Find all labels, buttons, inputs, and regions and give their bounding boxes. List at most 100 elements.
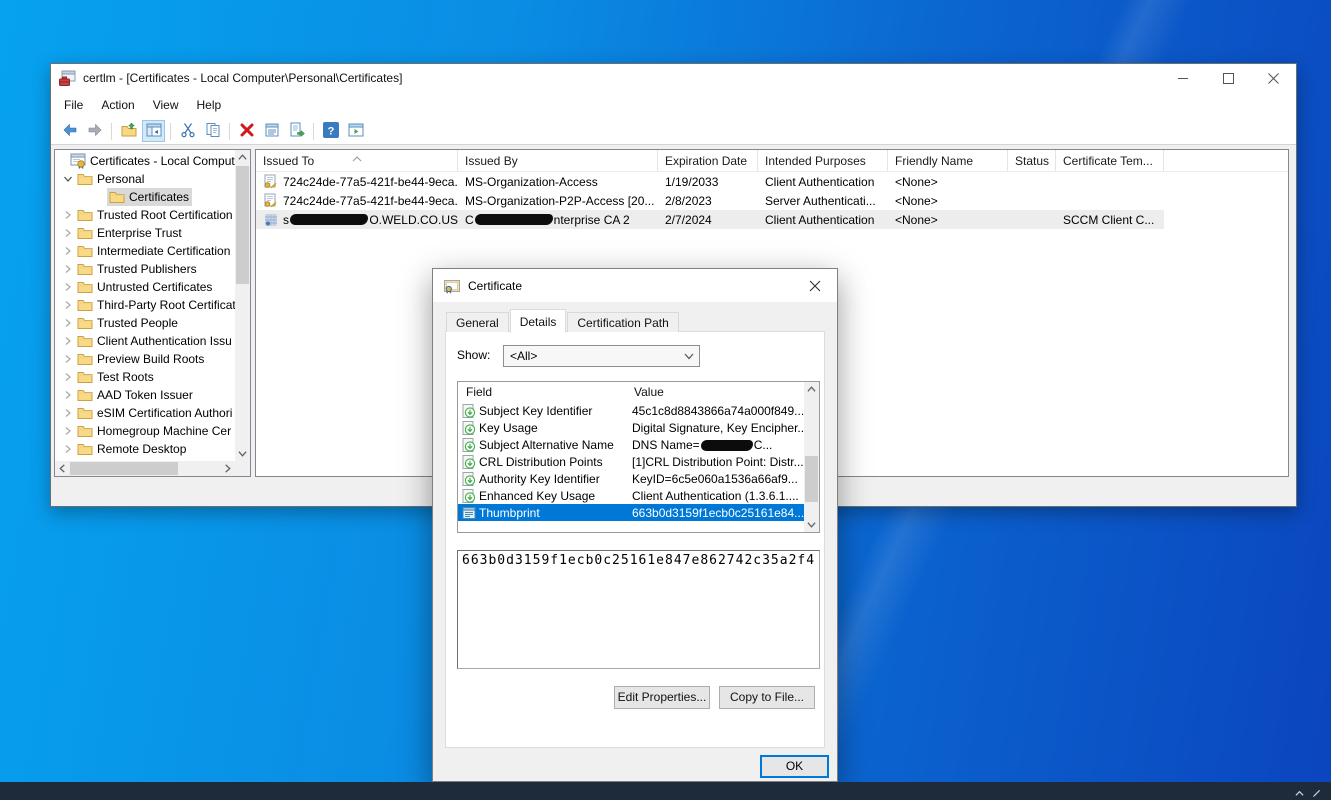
chevron-right-icon[interactable]: [61, 244, 75, 258]
copy-to-file-button[interactable]: Copy to File...: [719, 686, 815, 709]
scroll-thumb[interactable]: [70, 462, 178, 475]
scroll-thumb[interactable]: [805, 456, 818, 502]
scroll-right-icon[interactable]: [220, 461, 235, 476]
column-header-issued-to[interactable]: Issued To: [256, 150, 458, 171]
export-list-toolbar-button[interactable]: [285, 120, 308, 142]
delete-toolbar-button[interactable]: [235, 120, 258, 142]
menu-view[interactable]: View: [144, 94, 188, 116]
chevron-right-icon[interactable]: [61, 406, 75, 420]
tree-item-third-party-root-certificat[interactable]: Third-Party Root Certificat: [55, 296, 235, 314]
show-console-tree-toolbar-button[interactable]: [142, 120, 165, 142]
help-toolbar-button[interactable]: ?: [319, 120, 342, 142]
column-header-issued-by[interactable]: Issued By: [458, 150, 658, 171]
taskbar[interactable]: [0, 782, 1331, 800]
tree-horizontal-scrollbar[interactable]: [55, 461, 235, 476]
tree-item-remote-desktop[interactable]: Remote Desktop: [55, 440, 235, 458]
tree-item-certificates-local-computer[interactable]: Certificates - Local Computer: [55, 152, 235, 170]
tree-item-esim-certification-authori[interactable]: eSIM Certification Authori: [55, 404, 235, 422]
chevron-right-icon[interactable]: [61, 316, 75, 330]
back-toolbar-button[interactable]: [58, 120, 81, 142]
pen-icon[interactable]: [1312, 787, 1321, 796]
scroll-down-icon[interactable]: [235, 446, 250, 461]
field-row-authority-key-identifier[interactable]: Authority Key IdentifierKeyID=6c5e060a15…: [458, 470, 804, 487]
certificate-row[interactable]: 724c24de-77a5-421f-be44-9eca...MS-Organi…: [256, 191, 1288, 210]
tree-item-intermediate-certification[interactable]: Intermediate Certification: [55, 242, 235, 260]
field-row-subject-alternative-name[interactable]: Subject Alternative NameDNS Name=C...: [458, 436, 804, 453]
scroll-up-icon[interactable]: [235, 150, 250, 165]
field-row-enhanced-key-usage[interactable]: Enhanced Key UsageClient Authentication …: [458, 487, 804, 504]
dialog-close-icon[interactable]: [792, 269, 837, 302]
tree-item-personal[interactable]: Personal: [55, 170, 235, 188]
chevron-right-icon[interactable]: [61, 388, 75, 402]
scroll-left-icon[interactable]: [55, 461, 70, 476]
show-dropdown[interactable]: <All>: [503, 345, 700, 367]
tab-general[interactable]: General: [446, 312, 509, 332]
chevron-right-icon[interactable]: [61, 280, 75, 294]
chevron-right-icon[interactable]: [61, 352, 75, 366]
chevron-right-icon[interactable]: [61, 424, 75, 438]
maximize-button[interactable]: [1206, 64, 1251, 92]
value-column-header[interactable]: Value: [626, 382, 819, 402]
chevron-right-icon[interactable]: [61, 442, 75, 456]
chevron-right-icon[interactable]: [61, 370, 75, 384]
certificate-row[interactable]: sO.WELD.CO.USCnterprise CA 22/7/2024Clie…: [256, 210, 1288, 229]
tab-certification-path[interactable]: Certification Path: [567, 312, 678, 332]
certificate-row[interactable]: 724c24de-77a5-421f-be44-9eca...MS-Organi…: [256, 172, 1288, 191]
tree-item-enterprise-trust[interactable]: Enterprise Trust: [55, 224, 235, 242]
chevron-right-icon[interactable]: [61, 298, 75, 312]
tree-item-homegroup-machine-cer[interactable]: Homegroup Machine Cer: [55, 422, 235, 440]
field-row-subject-key-identifier[interactable]: Subject Key Identifier45c1c8d8843866a74a…: [458, 402, 804, 419]
column-header-intended-purposes[interactable]: Intended Purposes: [758, 150, 888, 171]
tree-item-trusted-publishers[interactable]: Trusted Publishers: [55, 260, 235, 278]
chevron-down-icon[interactable]: [61, 172, 75, 186]
field-row-thumbprint[interactable]: Thumbprint663b0d3159f1ecb0c25161e84...: [458, 504, 804, 521]
chevron-right-icon[interactable]: [61, 262, 75, 276]
tab-details[interactable]: Details: [510, 309, 567, 333]
chevron-right-icon[interactable]: [61, 226, 75, 240]
tree-item-trusted-people[interactable]: Trusted People: [55, 314, 235, 332]
title-bar[interactable]: certlm - [Certificates - Local Computer\…: [51, 64, 1296, 92]
properties-toolbar-button[interactable]: [260, 120, 283, 142]
edit-properties-button[interactable]: Edit Properties...: [614, 686, 710, 709]
tree-item-aad-token-issuer[interactable]: AAD Token Issuer: [55, 386, 235, 404]
up-folder-toolbar-button[interactable]: [117, 120, 140, 142]
tree-item-test-roots[interactable]: Test Roots: [55, 368, 235, 386]
forward-toolbar-button[interactable]: [83, 120, 106, 142]
tree-item-trusted-root-certification[interactable]: Trusted Root Certification: [55, 206, 235, 224]
ok-button[interactable]: OK: [760, 755, 829, 778]
show-action-pane-toolbar-button[interactable]: [344, 120, 367, 142]
field-value: KeyID=6c5e060a1536a66af9...: [626, 472, 798, 486]
tree-vertical-scrollbar[interactable]: [235, 150, 250, 461]
scroll-thumb[interactable]: [236, 166, 249, 284]
field-list-scrollbar[interactable]: [804, 382, 819, 532]
scroll-down-icon[interactable]: [804, 517, 819, 532]
list-cell: Client Authentication: [758, 210, 888, 229]
column-header-friendly-name[interactable]: Friendly Name: [888, 150, 1008, 171]
field-column-header[interactable]: Field: [458, 382, 626, 402]
field-row-crl-distribution-points[interactable]: CRL Distribution Points[1]CRL Distributi…: [458, 453, 804, 470]
tree-item-certificates[interactable]: Certificates: [55, 188, 235, 206]
hidden-icons-chevron-icon[interactable]: [1295, 787, 1304, 796]
toolbar-separator: [170, 123, 171, 140]
tree-item-client-authentication-issu[interactable]: Client Authentication Issu: [55, 332, 235, 350]
list-cell: <None>: [888, 191, 1008, 210]
field-row-key-usage[interactable]: Key UsageDigital Signature, Key Encipher…: [458, 419, 804, 436]
column-header-certificate-tem-[interactable]: Certificate Tem...: [1056, 150, 1164, 171]
tree-item-untrusted-certificates[interactable]: Untrusted Certificates: [55, 278, 235, 296]
thumbprint-value-box[interactable]: 663b0d3159f1ecb0c25161e847e862742c35a2f4: [457, 550, 820, 669]
cut-toolbar-button[interactable]: [176, 120, 199, 142]
copy-toolbar-button[interactable]: [201, 120, 224, 142]
list-header: Issued ToIssued ByExpiration DateIntende…: [256, 150, 1288, 172]
chevron-right-icon[interactable]: [61, 334, 75, 348]
column-header-status[interactable]: Status: [1008, 150, 1056, 171]
menu-action[interactable]: Action: [92, 94, 143, 116]
menu-help[interactable]: Help: [188, 94, 231, 116]
chevron-right-icon[interactable]: [61, 208, 75, 222]
close-button[interactable]: [1251, 64, 1296, 92]
dialog-title-bar[interactable]: Certificate: [433, 269, 837, 302]
column-header-expiration-date[interactable]: Expiration Date: [658, 150, 758, 171]
scroll-up-icon[interactable]: [804, 382, 819, 397]
menu-file[interactable]: File: [55, 94, 92, 116]
tree-item-preview-build-roots[interactable]: Preview Build Roots: [55, 350, 235, 368]
minimize-button[interactable]: [1161, 64, 1206, 92]
